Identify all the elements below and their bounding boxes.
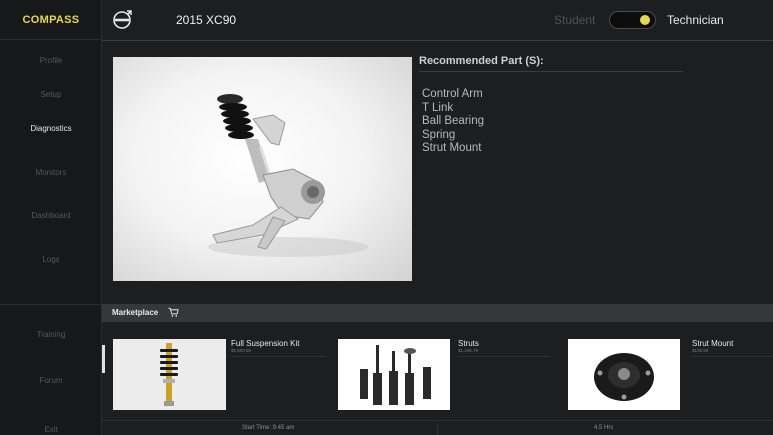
recommended-part[interactable]: Spring: [422, 129, 484, 143]
product-name[interactable]: Struts: [458, 339, 479, 348]
session-footer: Start Time: 9:45 am 4.5 Hrs: [102, 420, 773, 435]
app-logo: COMPASS: [0, 0, 102, 40]
app-root: COMPASS Profile Setup Diagnostics Monito…: [0, 0, 773, 435]
session-duration: 4.5 Hrs: [594, 425, 614, 431]
recommended-part[interactable]: Strut Mount: [422, 142, 484, 156]
coilover-illustration: [113, 339, 226, 410]
sidebar-item-diagnostics[interactable]: Diagnostics: [0, 124, 102, 133]
sidebar-item-forum[interactable]: Forum: [0, 376, 102, 385]
cart-icon[interactable]: [168, 307, 179, 318]
struts-illustration: [338, 339, 450, 410]
product-image-strut-mount[interactable]: [568, 339, 680, 410]
product-divider: [692, 356, 773, 357]
product-price: $1,245.78: [458, 348, 479, 353]
suspension-illustration: [208, 94, 368, 257]
volvo-logo-icon[interactable]: [112, 10, 132, 30]
vehicle-title: 2015 XC90: [176, 13, 237, 27]
marketplace-scrollbar[interactable]: [102, 345, 105, 373]
sidebar-item-dashboard[interactable]: Dashboard: [0, 211, 102, 220]
product-name[interactable]: Strut Mount: [692, 339, 733, 348]
mode-label-student[interactable]: Student: [554, 13, 595, 27]
product-image-struts[interactable]: [338, 339, 450, 410]
strut-mount-illustration: [568, 339, 680, 410]
recommended-parts-list: Control Arm T Link Ball Bearing Spring S…: [422, 88, 484, 156]
marketplace-label: Marketplace: [112, 308, 159, 317]
marketplace-bar: Marketplace: [102, 304, 773, 322]
product-image-suspension-kit[interactable]: [113, 339, 226, 410]
sidebar-item-setup[interactable]: Setup: [0, 90, 102, 99]
product-price: $5,500.56: [231, 348, 252, 353]
toggle-knob: [640, 15, 650, 25]
sidebar-divider: [0, 304, 102, 305]
footer-divider: [437, 423, 438, 435]
sidebar-item-monitors[interactable]: Monitors: [0, 168, 102, 177]
start-time: Start Time: 9:45 am: [242, 425, 295, 431]
product-divider: [231, 356, 326, 357]
product-price: $106.99: [692, 348, 709, 353]
top-header: 2015 XC90 Student Technician: [102, 0, 773, 41]
sidebar-item-profile[interactable]: Profile: [0, 56, 102, 65]
sidebar-item-training[interactable]: Training: [0, 330, 102, 339]
recommended-part[interactable]: Control Arm: [422, 88, 484, 102]
recommended-part[interactable]: Ball Bearing: [422, 115, 484, 129]
recommended-divider: [419, 71, 683, 72]
suspension-assembly-image: [113, 57, 412, 281]
sidebar-item-logs[interactable]: Logs: [0, 255, 102, 264]
mode-toggle[interactable]: [609, 11, 656, 29]
sidebar: COMPASS Profile Setup Diagnostics Monito…: [0, 0, 102, 435]
product-name[interactable]: Full Suspension Kit: [231, 339, 299, 348]
recommended-part[interactable]: T Link: [422, 102, 484, 116]
mode-label-technician[interactable]: Technician: [667, 13, 724, 27]
recommended-heading: Recommended Part (S):: [419, 55, 544, 67]
sidebar-item-exit[interactable]: Exit: [0, 425, 102, 434]
product-divider: [458, 356, 550, 357]
